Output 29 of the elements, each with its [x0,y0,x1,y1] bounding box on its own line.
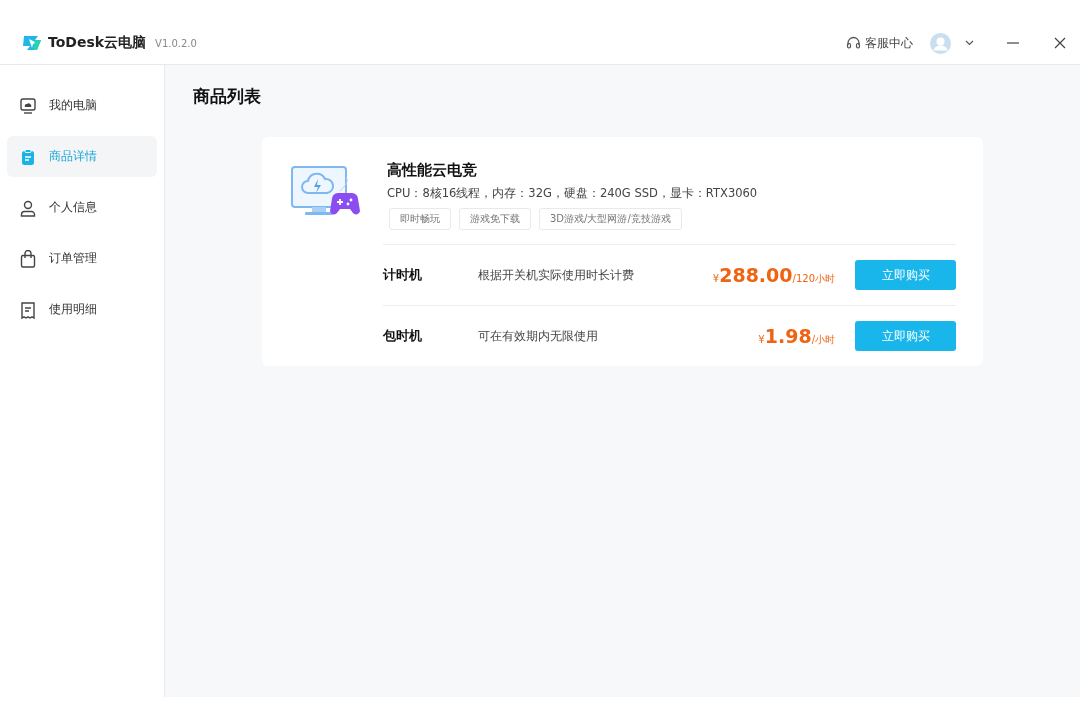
app-logo-icon [22,34,42,52]
plan-price: ¥288.00/120小时 [712,264,835,286]
clipboard-icon [19,147,37,166]
page-title: 商品列表 [193,85,262,108]
support-button[interactable]: 客服中心 [846,34,913,52]
plan-description: 根据开关机实际使用时长计费 [478,267,635,283]
plan-price: ¥1.98/小时 [758,325,835,347]
headset-icon [846,36,861,50]
sidebar-item[interactable]: 使用明细 [7,289,157,330]
sidebar-item[interactable]: 个人信息 [7,187,157,228]
plan-name: 包时机 [383,327,423,345]
monitor-icon [19,96,37,115]
feature-tag: 即时畅玩 [389,208,451,230]
person-icon [19,198,37,217]
sidebar-item[interactable]: 订单管理 [7,238,157,279]
feature-tag: 游戏免下载 [459,208,531,230]
bag-icon [19,249,37,268]
close-icon [1054,37,1066,49]
version-label: V1.0.2.0 [155,37,197,49]
product-name: 高性能云电竞 [387,161,478,180]
product-specs: CPU：8核16线程，内存：32G，硬盘：240G SSD，显卡：RTX3060 [387,186,759,201]
app-name: ToDesk云电脑 [48,34,147,52]
dropdown-caret-icon[interactable] [965,40,974,46]
sidebar-item[interactable]: 我的电脑 [7,85,157,126]
plan-name: 计时机 [383,266,423,284]
plan-description: 可在有效期内无限使用 [478,328,599,344]
feature-tag: 3D游戏/大型网游/竞技游戏 [539,208,682,230]
receipt-icon [19,300,37,319]
close-button[interactable] [1054,37,1066,49]
